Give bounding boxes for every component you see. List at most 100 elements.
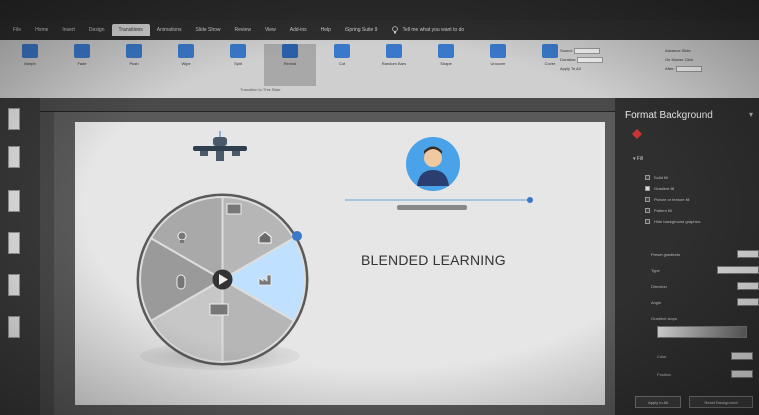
tab-slide-show[interactable]: Slide Show bbox=[189, 24, 228, 36]
morph-icon bbox=[22, 44, 38, 58]
paint-bucket-icon[interactable] bbox=[630, 128, 644, 140]
pane-title: Format Background bbox=[625, 110, 713, 121]
morph-button[interactable]: Morph bbox=[4, 44, 56, 86]
reset-background-button[interactable]: Reset Background bbox=[689, 396, 753, 408]
radio-icon bbox=[645, 186, 650, 191]
tab-help[interactable]: Help bbox=[314, 24, 338, 36]
fade-label: Fade bbox=[77, 61, 87, 66]
tab-view[interactable]: View bbox=[258, 24, 283, 36]
apply-to-all-pane-button[interactable]: Apply to All bbox=[635, 396, 681, 408]
uncover-button[interactable]: Uncover bbox=[472, 44, 524, 86]
fade-icon bbox=[74, 44, 90, 58]
tab-home[interactable]: Home bbox=[28, 24, 55, 36]
user-slider[interactable] bbox=[345, 197, 535, 203]
push-button[interactable]: Push bbox=[108, 44, 160, 86]
pattern-fill-option[interactable]: Pattern fill bbox=[645, 205, 700, 216]
radio-icon bbox=[645, 197, 650, 202]
slide-thumbnail[interactable] bbox=[8, 108, 20, 130]
duration-input[interactable] bbox=[577, 56, 604, 63]
picture-fill-option[interactable]: Picture or texture fill bbox=[645, 194, 700, 205]
checkbox-icon bbox=[645, 219, 650, 224]
home-icon[interactable] bbox=[257, 230, 273, 244]
type-select[interactable] bbox=[717, 266, 759, 274]
angle-input[interactable] bbox=[737, 298, 759, 306]
hide-graphics-option[interactable]: Hide background graphics bbox=[645, 216, 700, 227]
split-button[interactable]: Split bbox=[212, 44, 264, 86]
user-avatar-icon bbox=[406, 137, 460, 191]
presentation-icon bbox=[226, 203, 242, 215]
shape-button[interactable]: Shape bbox=[420, 44, 472, 86]
cut-button[interactable]: Cut bbox=[316, 44, 368, 86]
tab-design[interactable]: Design bbox=[82, 24, 112, 36]
advance-options: Advance Slide On Mouse Click After: bbox=[665, 46, 702, 73]
angle-label: Angle bbox=[651, 299, 662, 305]
radio-icon bbox=[645, 175, 650, 180]
radio-icon bbox=[645, 208, 650, 213]
vertical-ruler bbox=[40, 112, 54, 415]
navigation-wheel bbox=[136, 193, 309, 366]
tab-transitions[interactable]: Transitions bbox=[111, 24, 150, 36]
duration-label: Duration: bbox=[560, 57, 577, 62]
gradient-stops-row: Gradient stops bbox=[651, 310, 759, 326]
gradient-fill-option[interactable]: Gradient fill bbox=[645, 183, 700, 194]
after-label: After: bbox=[665, 66, 675, 71]
wipe-button[interactable]: Wipe bbox=[160, 44, 212, 86]
horizontal-ruler bbox=[40, 98, 615, 112]
preset-gradients-label: Preset gradients bbox=[651, 251, 681, 257]
type-row: Type bbox=[651, 262, 759, 278]
cut-icon bbox=[334, 44, 350, 58]
position-input[interactable] bbox=[731, 370, 753, 378]
slide-thumbnail[interactable] bbox=[8, 232, 20, 254]
color-picker[interactable] bbox=[731, 352, 753, 360]
sound-label: Sound: bbox=[560, 48, 573, 53]
preset-gradients-select[interactable] bbox=[737, 250, 759, 258]
slide-thumbnail[interactable] bbox=[8, 146, 20, 168]
slide-canvas[interactable]: BLENDED LEARNING bbox=[75, 122, 605, 405]
tell-me-box[interactable]: Tell me what you want to do bbox=[392, 26, 464, 34]
position-row: Position bbox=[657, 366, 753, 382]
airplane-icon bbox=[193, 131, 247, 161]
fill-section-label: Fill bbox=[636, 156, 644, 162]
slide-thumbnail[interactable] bbox=[8, 316, 20, 338]
lightbulb-icon bbox=[392, 26, 399, 34]
close-icon[interactable]: ▾ bbox=[749, 110, 753, 119]
solid-fill-option[interactable]: Solid fill bbox=[645, 172, 700, 183]
apply-to-all-button[interactable]: Apply To All bbox=[560, 64, 603, 73]
title-bar bbox=[0, 0, 759, 20]
after-input[interactable] bbox=[675, 65, 702, 72]
solid-fill-label: Solid fill bbox=[654, 175, 668, 180]
fade-button[interactable]: Fade bbox=[56, 44, 108, 86]
tab-insert[interactable]: Insert bbox=[55, 24, 82, 36]
slide-thumbnail[interactable] bbox=[8, 274, 20, 296]
slide-headline[interactable]: BLENDED LEARNING bbox=[361, 252, 506, 268]
tab-ispring[interactable]: iSpring Suite 9 bbox=[338, 24, 385, 36]
format-background-pane: Format Background ▾ ▾ Fill Solid fill Gr… bbox=[615, 98, 759, 415]
tab-file[interactable]: File bbox=[6, 24, 28, 36]
direction-select[interactable] bbox=[737, 282, 759, 290]
lightbulb-icon bbox=[177, 231, 187, 243]
tab-review[interactable]: Review bbox=[228, 24, 258, 36]
reveal-button[interactable]: Reveal bbox=[264, 44, 316, 86]
tab-animations[interactable]: Animations bbox=[150, 24, 189, 36]
push-label: Push bbox=[129, 61, 139, 66]
timing-options: Sound: Duration: Apply To All bbox=[560, 46, 604, 73]
slide-thumbnail[interactable] bbox=[8, 190, 20, 212]
reveal-label: Reveal bbox=[283, 61, 297, 66]
split-icon bbox=[230, 44, 246, 58]
fill-section-header[interactable]: ▾ Fill bbox=[633, 156, 643, 162]
type-label: Type bbox=[651, 267, 660, 273]
reveal-icon bbox=[282, 44, 298, 58]
color-label: Color bbox=[657, 353, 667, 359]
gradient-stops-bar[interactable] bbox=[657, 326, 747, 338]
slide-thumbnails bbox=[0, 98, 40, 415]
tab-add-ins[interactable]: Add-ins bbox=[283, 24, 314, 36]
sound-select[interactable] bbox=[573, 47, 600, 54]
tell-me-text: Tell me what you want to do bbox=[402, 27, 465, 33]
random-bars-button[interactable]: Random Bars bbox=[368, 44, 420, 86]
on-mouse-click-checkbox[interactable]: On Mouse Click bbox=[665, 55, 702, 64]
cover-icon bbox=[542, 44, 558, 58]
hide-graphics-label: Hide background graphics bbox=[654, 219, 701, 224]
shape-label: Shape bbox=[440, 61, 452, 66]
random-bars-label: Random Bars bbox=[381, 61, 407, 66]
advance-slide-label: Advance Slide bbox=[665, 48, 691, 53]
